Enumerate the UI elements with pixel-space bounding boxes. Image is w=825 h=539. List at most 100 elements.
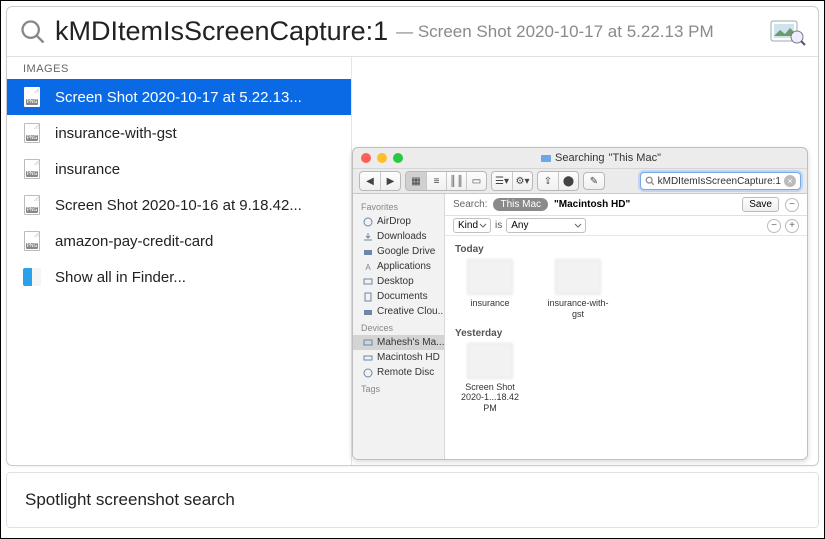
applications-icon: A [363, 262, 373, 272]
finder-search-query: kMDItemIsScreenCapture:1 [658, 176, 781, 187]
documents-icon [363, 292, 373, 302]
sidebar-item-creativecloud[interactable]: Creative Clou... [353, 304, 444, 319]
airdrop-icon [363, 217, 373, 227]
window-close-button[interactable] [361, 153, 371, 163]
result-item[interactable]: PNG Screen Shot 2020-10-16 at 9.18.42... [7, 187, 351, 223]
computer-icon [363, 338, 373, 348]
sidebar-item-desktop[interactable]: Desktop [353, 274, 444, 289]
group-header-today: Today [455, 244, 797, 255]
file-icon: PNG [23, 87, 41, 107]
back-button[interactable]: ◀ [360, 172, 380, 190]
result-item[interactable]: PNG insurance-with-gst [7, 115, 351, 151]
share-button[interactable]: ⇪ [538, 172, 558, 190]
finder-toolbar: ◀ ▶ ▦ ≡ ║║ ▭ ☰▾ ⚙▾ ⇪ ⬤ [353, 168, 807, 194]
share-tag[interactable]: ⇪ ⬤ [537, 171, 579, 191]
result-item[interactable]: PNG insurance [7, 151, 351, 187]
finder-main: Search: This Mac "Macintosh HD" Save − K… [445, 194, 807, 459]
folder-icon [363, 307, 373, 317]
spotlight-results-list: IMAGES PNG Screen Shot 2020-10-17 at 5.2… [7, 57, 352, 465]
thumbnail-image [467, 343, 513, 379]
sidebar-item-disk[interactable]: Macintosh HD [353, 350, 444, 365]
search-filter-row: Kind is Any − + [445, 216, 807, 236]
finder-search-field[interactable]: kMDItemIsScreenCapture:1 × [640, 172, 801, 190]
thumbnail-image [467, 259, 513, 295]
sidebar-item-documents[interactable]: Documents [353, 289, 444, 304]
thumbnail-image [555, 259, 601, 295]
window-zoom-button[interactable] [393, 153, 403, 163]
arrange-button[interactable]: ☰▾ [492, 172, 512, 190]
remove-filter-button[interactable]: − [767, 219, 781, 233]
sidebar-item-remotedisc[interactable]: Remote Disc [353, 365, 444, 380]
file-icon: PNG [23, 195, 41, 215]
filter-field-select[interactable]: Kind [453, 218, 491, 233]
view-mode-segment[interactable]: ▦ ≡ ║║ ▭ [405, 171, 487, 191]
list-view-button[interactable]: ≡ [426, 172, 446, 190]
result-item[interactable]: PNG amazon-pay-credit-card [7, 223, 351, 259]
finder-icon [23, 267, 41, 287]
tag-button[interactable]: ⬤ [558, 172, 578, 190]
window-minimize-button[interactable] [377, 153, 387, 163]
file-name: insurance [470, 298, 509, 309]
sidebar-section-favorites: Favorites [353, 198, 444, 214]
show-all-in-finder[interactable]: Show all in Finder... [7, 259, 351, 295]
search-icon [19, 18, 47, 46]
sidebar-item-airdrop[interactable]: AirDrop [353, 214, 444, 229]
folder-icon [363, 247, 373, 257]
group-header-yesterday: Yesterday [455, 328, 797, 339]
icon-view-button[interactable]: ▦ [406, 172, 426, 190]
arrange-group[interactable]: ☰▾ ⚙▾ [491, 171, 533, 191]
nav-back-forward[interactable]: ◀ ▶ [359, 171, 401, 191]
spotlight-header: kMDItemIsScreenCapture:1 — Screen Shot 2… [7, 7, 818, 57]
file-icon: PNG [23, 159, 41, 179]
disk-icon [363, 353, 373, 363]
file-thumbnail[interactable]: insurance-with-gst [543, 259, 613, 320]
spotlight-top-hit: — Screen Shot 2020-10-17 at 5.22.13 PM [396, 22, 714, 42]
gallery-view-button[interactable]: ▭ [466, 172, 486, 190]
add-filter-button[interactable]: + [785, 219, 799, 233]
preview-app-icon [770, 18, 806, 46]
downloads-icon [363, 232, 373, 242]
result-label: insurance [55, 161, 120, 178]
sidebar-item-downloads[interactable]: Downloads [353, 229, 444, 244]
clear-search-icon[interactable]: × [784, 175, 796, 187]
finder-sidebar: Favorites AirDrop Downloads Google Drive… [353, 194, 445, 459]
result-item[interactable]: PNG Screen Shot 2020-10-17 at 5.22.13... [7, 79, 351, 115]
quick-actions-button[interactable]: ✎ [583, 172, 605, 190]
svg-text:A: A [365, 263, 371, 272]
desktop-icon [363, 277, 373, 287]
file-name: Screen Shot 2020-1...18.42 PM [455, 382, 525, 414]
sidebar-item-applications[interactable]: AApplications [353, 259, 444, 274]
column-view-button[interactable]: ║║ [446, 172, 466, 190]
result-label: amazon-pay-credit-card [55, 233, 213, 250]
file-icon: PNG [23, 231, 41, 251]
scope-volume[interactable]: "Macintosh HD" [554, 199, 630, 210]
sidebar-item-googledrive[interactable]: Google Drive [353, 244, 444, 259]
scope-this-mac[interactable]: This Mac [493, 198, 548, 211]
result-label: insurance-with-gst [55, 125, 177, 142]
action-button[interactable]: ⚙▾ [512, 172, 532, 190]
result-label: Screen Shot 2020-10-17 at 5.22.13... [55, 89, 302, 106]
forward-button[interactable]: ▶ [380, 172, 400, 190]
sidebar-section-tags: Tags [353, 380, 444, 396]
remove-rule-button[interactable]: − [785, 198, 799, 212]
search-scope-bar: Search: This Mac "Macintosh HD" Save − [445, 194, 807, 216]
sidebar-section-devices: Devices [353, 319, 444, 335]
file-thumbnail[interactable]: insurance [455, 259, 525, 320]
spotlight-query[interactable]: kMDItemIsScreenCapture:1 [55, 16, 388, 47]
spotlight-window: kMDItemIsScreenCapture:1 — Screen Shot 2… [6, 6, 819, 466]
results-section-header: IMAGES [7, 57, 351, 79]
disc-icon [363, 368, 373, 378]
sidebar-item-computer[interactable]: Mahesh's Ma... [353, 335, 444, 350]
filter-operator: is [495, 220, 502, 231]
search-icon [645, 176, 655, 186]
file-thumbnail[interactable]: Screen Shot 2020-1...18.42 PM [455, 343, 525, 414]
filter-value-select[interactable]: Any [506, 218, 586, 233]
file-icon: PNG [23, 123, 41, 143]
finder-content: Today insurance insurance-with-gst Yeste… [445, 236, 807, 459]
caption-text: Spotlight screenshot search [25, 490, 235, 510]
finder-window: Searching "This Mac" ◀ ▶ ▦ ≡ ║║ ▭ [352, 147, 808, 460]
folder-icon [541, 153, 551, 163]
spotlight-preview-pane: Searching "This Mac" ◀ ▶ ▦ ≡ ║║ ▭ [352, 57, 818, 465]
finder-title: Searching "This Mac" [403, 152, 799, 164]
save-search-button[interactable]: Save [742, 197, 779, 212]
